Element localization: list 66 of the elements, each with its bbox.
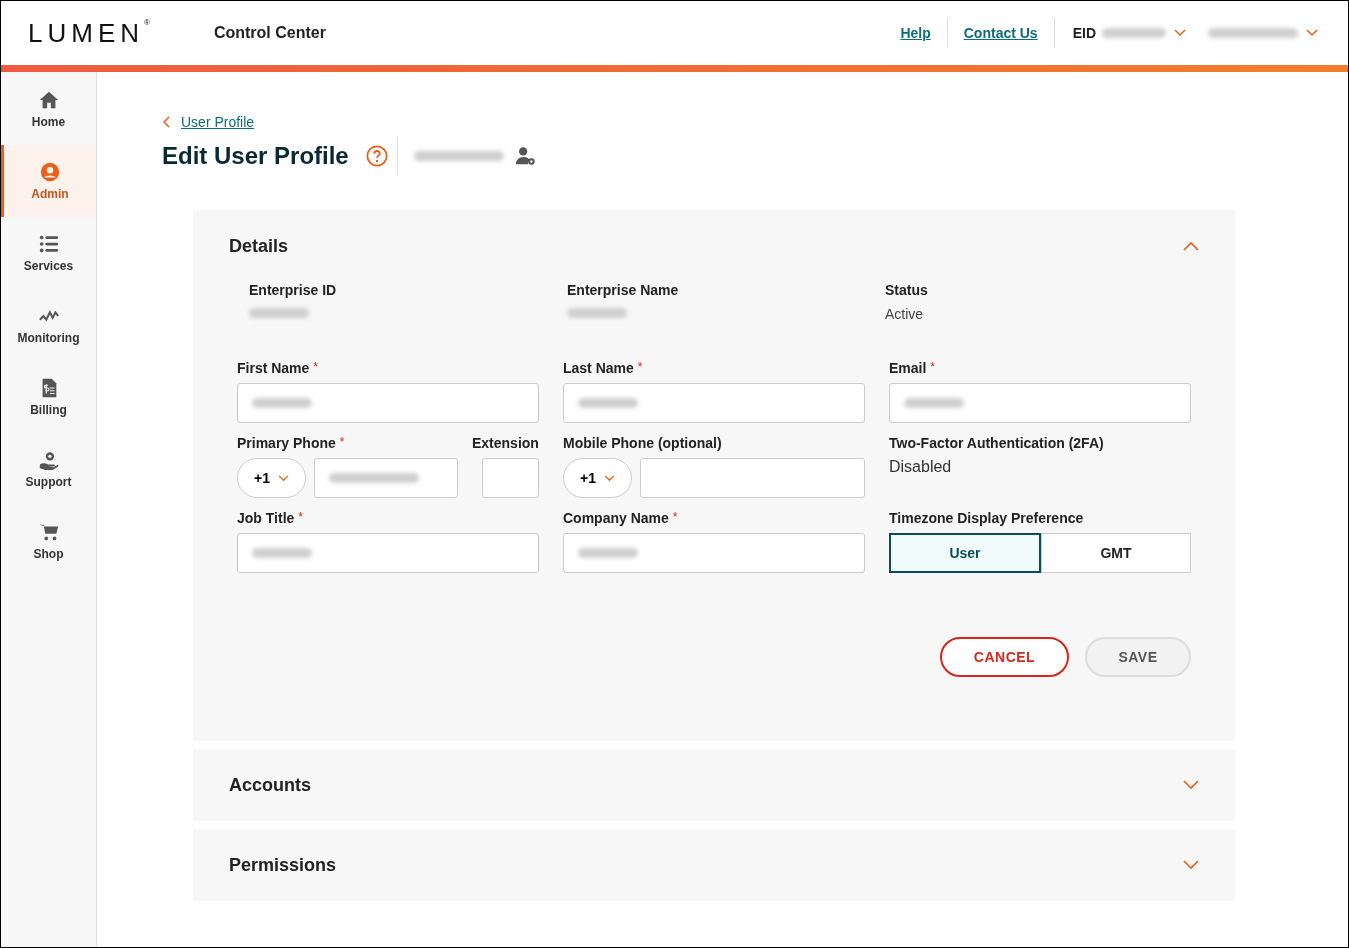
field-label: Enterprise Name (567, 282, 680, 298)
chevron-down-icon (604, 474, 615, 482)
sidebar-item[interactable]: Admin (1, 145, 96, 217)
help-icon[interactable] (365, 145, 388, 167)
chevron-left-icon[interactable] (162, 116, 170, 128)
field-label: Two-Factor Authentication (2FA) (889, 435, 1105, 451)
sidebar-item[interactable]: Billing (1, 361, 96, 433)
required-mark: * (930, 360, 936, 374)
support-icon (37, 449, 60, 471)
chevron-icon[interactable] (1183, 860, 1199, 870)
toggle-option[interactable]: GMT (1041, 533, 1191, 573)
eid-label: EID (1072, 25, 1096, 41)
field-label: Job Title (237, 510, 295, 526)
section-title: Details (229, 235, 289, 257)
field-value: Active (885, 306, 925, 322)
sidebar-item[interactable]: Support (1, 433, 96, 505)
field-label: Company Name (563, 510, 669, 526)
input-field[interactable] (237, 533, 539, 573)
input-field[interactable] (563, 383, 865, 423)
country-code-dropdown[interactable]: +1 (563, 458, 632, 498)
header-link[interactable]: Help (884, 25, 947, 41)
section-title: Permissions (229, 854, 337, 876)
input-field[interactable] (237, 383, 539, 423)
extension-field[interactable] (482, 458, 539, 498)
field-label: Last Name (563, 360, 634, 376)
cancel-button[interactable]: CANCEL (940, 637, 1069, 677)
input-field[interactable] (563, 533, 865, 573)
required-mark: * (339, 435, 345, 449)
chevron-down-icon[interactable] (1174, 29, 1186, 37)
field-label: Primary Phone (237, 435, 336, 451)
sidebar-item[interactable]: Monitoring (1, 289, 96, 361)
user-gear-icon (513, 145, 536, 167)
field-label: First Name (237, 360, 310, 376)
country-code-dropdown[interactable]: +1 (237, 458, 306, 498)
chevron-icon[interactable] (1183, 780, 1199, 790)
field-label: Extension (472, 435, 539, 451)
field-label: Email (889, 360, 927, 376)
field-label: Timezone Display Preference (889, 510, 1085, 526)
sidebar-item[interactable]: Services (1, 217, 96, 289)
user-icon (39, 161, 61, 183)
chevron-down-icon (278, 474, 289, 482)
home-icon (37, 89, 60, 111)
section-title: Accounts (229, 774, 311, 796)
sidebar-item[interactable]: Home (1, 73, 96, 145)
logo[interactable]: LUMEN$^{®}$ (28, 17, 150, 49)
required-mark: * (637, 360, 643, 374)
required-mark: * (298, 510, 303, 524)
phone-field[interactable] (640, 458, 865, 498)
field-label: Status (885, 282, 929, 298)
sidebar-item[interactable]: Shop (1, 505, 96, 577)
chevron-down-icon[interactable] (1306, 29, 1318, 37)
app-title: Control Center (213, 24, 326, 42)
required-mark: * (672, 510, 678, 524)
chevron-icon[interactable] (1183, 241, 1199, 251)
input-field[interactable] (889, 383, 1191, 423)
field-label: Mobile Phone (optional) (563, 435, 722, 451)
header-link[interactable]: Contact Us (947, 25, 1054, 41)
required-mark: * (313, 360, 319, 374)
field-value: Disabled (889, 458, 953, 476)
field-label: Enterprise ID (249, 282, 338, 298)
save-button[interactable]: SAVE (1085, 637, 1191, 677)
page-title: Edit User Profile (162, 142, 349, 170)
list-icon (37, 233, 60, 255)
toggle-option[interactable]: User (889, 533, 1041, 573)
phone-field[interactable] (314, 458, 458, 498)
breadcrumb-link[interactable]: User Profile (181, 114, 255, 130)
